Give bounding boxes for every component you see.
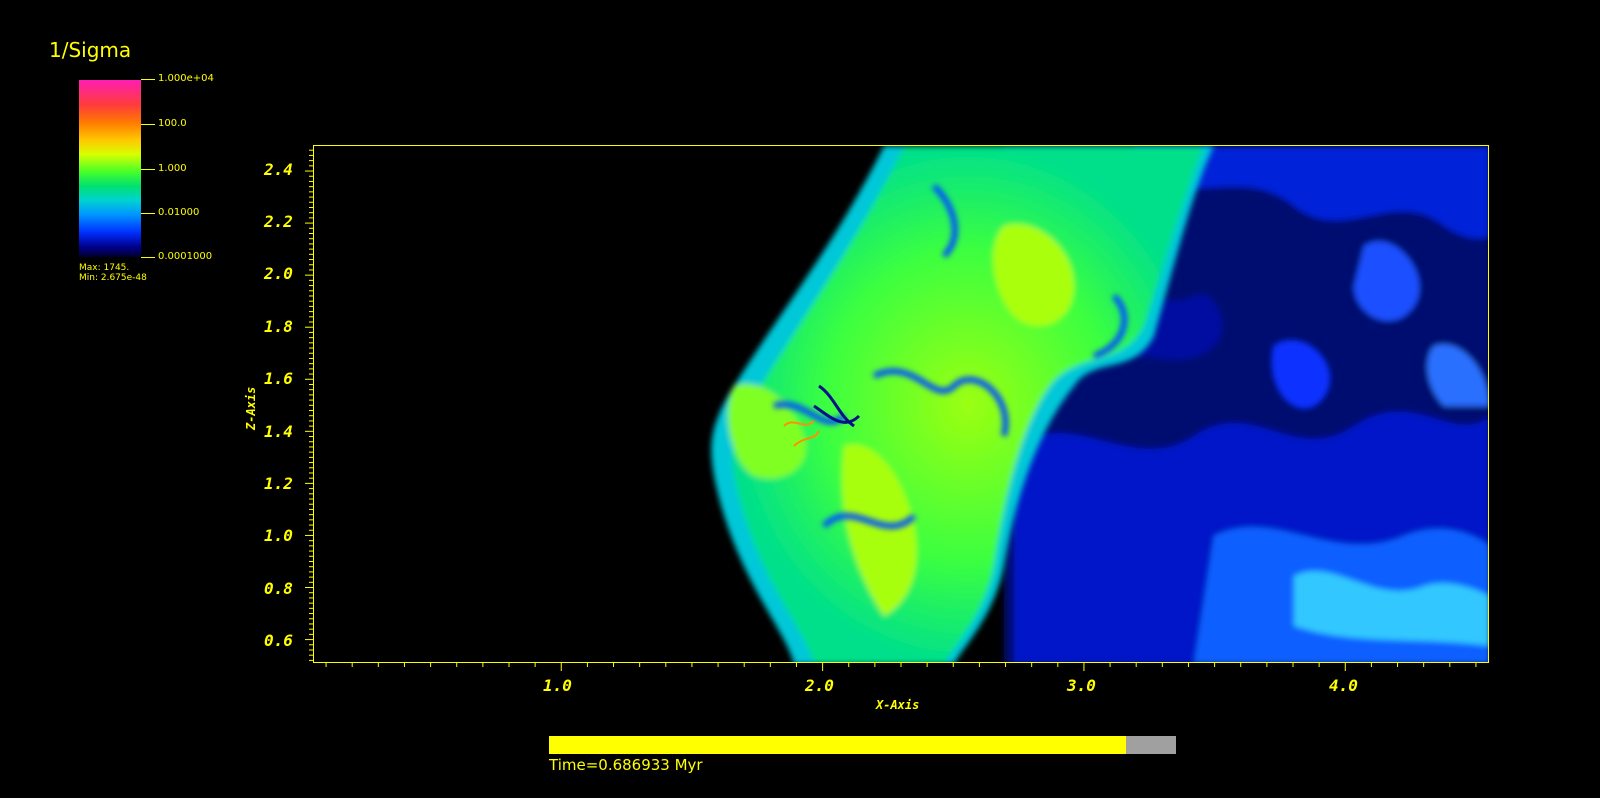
z-axis-title: Z-Axis xyxy=(244,386,258,430)
time-progress-fill xyxy=(549,736,1126,754)
axis-tick-marks xyxy=(305,149,1477,671)
time-label: Time=0.686933 Myr xyxy=(549,756,703,774)
x-axis-title: X-Axis xyxy=(876,698,920,712)
time-progress-bar xyxy=(549,736,1176,754)
